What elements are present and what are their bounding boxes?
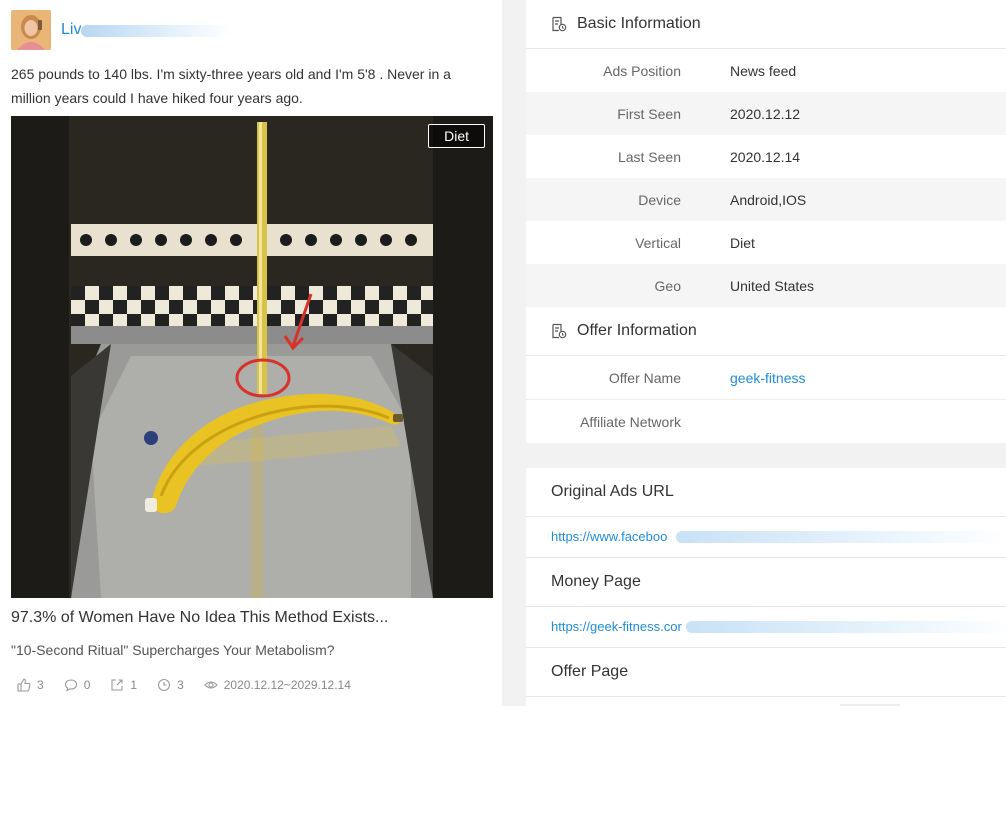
info-row-device: Device Android,IOS	[526, 178, 1006, 221]
thumbs-up-icon	[17, 678, 31, 692]
url-redaction	[676, 531, 1006, 543]
comments-stat: 0	[64, 678, 91, 692]
date-range: 2020.12.12~2029.12.14	[223, 678, 351, 692]
days-count: 3	[177, 678, 184, 692]
url-redaction	[686, 621, 1006, 633]
avatar[interactable]	[11, 10, 51, 50]
ad-description: "10-Second Ritual" Supercharges Your Met…	[11, 642, 335, 658]
page-background	[0, 706, 1006, 827]
offer-information-title: Offer Information	[577, 322, 697, 339]
offer-name-link[interactable]: geek-fitness	[730, 370, 805, 386]
info-row-geo: Geo United States	[526, 264, 1006, 307]
comment-icon	[64, 679, 77, 692]
original-ads-url-link[interactable]: https://www.faceboo	[551, 529, 667, 544]
info-label: Geo	[654, 277, 681, 294]
offer-row-name: Offer Name geek-fitness	[526, 356, 1006, 400]
clock-icon	[158, 678, 171, 692]
section-gap	[526, 443, 1006, 468]
ad-card: Liv 265 pounds to 140 lbs. I'm sixty-thr…	[0, 0, 502, 706]
column-divider	[502, 0, 526, 706]
shares-count: 1	[130, 678, 138, 692]
shares-stat: 1	[110, 678, 137, 692]
info-value: United States	[730, 277, 815, 294]
likes-stat: 3	[17, 678, 44, 692]
basic-information-title: Basic Information	[577, 15, 701, 32]
info-label: Ads Position	[603, 62, 681, 79]
info-value: 2020.12.12	[730, 105, 801, 122]
info-row-ads-position: Ads Position News feed	[526, 49, 1006, 92]
info-row-vertical: Vertical Diet	[526, 221, 1006, 264]
info-value: 2020.12.14	[730, 148, 801, 165]
money-page-url-link[interactable]: https://geek-fitness.cor	[551, 619, 682, 634]
ad-headline[interactable]: 97.3% of Women Have No Idea This Method …	[11, 609, 388, 627]
offer-label: Affiliate Network	[580, 413, 681, 430]
info-label: First Seen	[617, 105, 681, 122]
offer-page-title: Offer Page	[526, 648, 1006, 697]
vertical-tag: Diet	[428, 124, 485, 148]
info-value: Android,IOS	[730, 191, 807, 208]
ad-author: Liv	[11, 10, 231, 50]
document-info-icon	[552, 16, 567, 32]
info-label: Last Seen	[617, 148, 681, 165]
ad-caption: 265 pounds to 140 lbs. I'm sixty-three y…	[11, 66, 451, 106]
comments-count: 0	[83, 678, 91, 692]
info-value: Diet	[730, 234, 755, 251]
offer-information-header: Offer Information	[526, 307, 1006, 356]
share-icon	[111, 679, 123, 691]
offer-row-affiliate: Affiliate Network	[526, 400, 1006, 443]
avatar-photo-icon	[11, 10, 51, 50]
banana-photo	[11, 116, 493, 598]
eye-icon	[203, 681, 218, 689]
document-info-icon	[552, 323, 567, 339]
info-row-last-seen: Last Seen 2020.12.14	[526, 135, 1006, 178]
info-label: Vertical	[635, 234, 681, 251]
author-name-redaction	[81, 25, 231, 37]
author-name[interactable]: Liv	[61, 10, 231, 50]
author-name-text[interactable]: Liv	[61, 21, 81, 38]
money-page-title: Money Page	[526, 558, 1006, 607]
scroll-indicator	[840, 704, 900, 706]
ad-detail-panel: Basic Information Ads Position News feed…	[526, 0, 1006, 706]
ad-creative-image[interactable]: Diet	[11, 116, 493, 598]
date-range-stat: 2020.12.12~2029.12.14	[203, 678, 351, 692]
original-ads-url-row: https://www.faceboo	[526, 517, 1006, 558]
ad-stats: 3 0 1 3 2020.12.12~2029.12.14	[17, 678, 371, 692]
likes-count: 3	[37, 678, 44, 692]
original-ads-url-title: Original Ads URL	[526, 468, 1006, 517]
info-label: Device	[638, 191, 681, 208]
days-stat: 3	[157, 678, 184, 692]
money-page-url-row: https://geek-fitness.cor	[526, 607, 1006, 648]
info-value: News feed	[730, 62, 797, 79]
info-row-first-seen: First Seen 2020.12.12	[526, 92, 1006, 135]
offer-label: Offer Name	[608, 369, 681, 386]
basic-information-header: Basic Information	[526, 0, 1006, 49]
